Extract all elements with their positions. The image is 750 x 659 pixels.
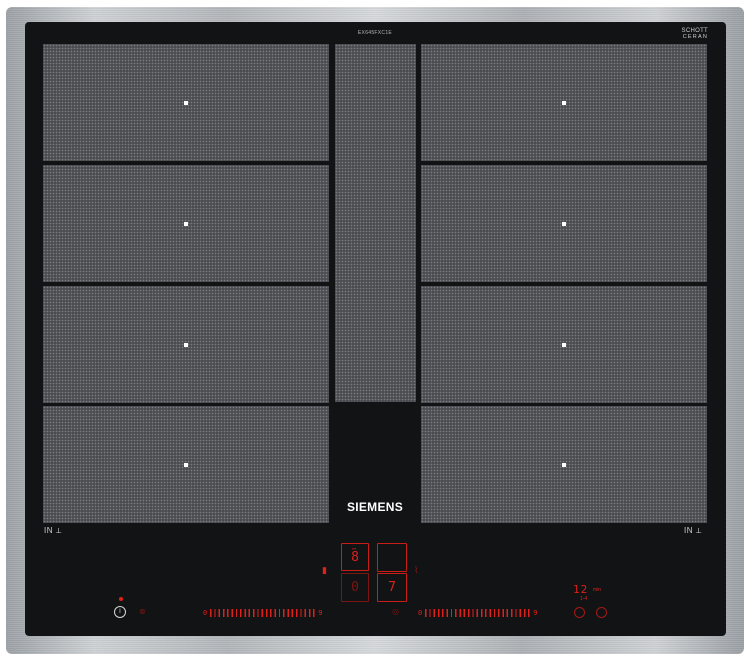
display-value: 7 bbox=[388, 580, 396, 595]
slider-min-label: 0 bbox=[418, 609, 423, 617]
schott-ceran-logo: SCHOTT CERAN bbox=[676, 28, 708, 40]
power-slider-right[interactable]: 0 9 bbox=[415, 607, 540, 619]
logo-line-2: CERAN bbox=[682, 34, 708, 40]
zone-center-mark bbox=[562, 221, 566, 226]
slider-track[interactable] bbox=[425, 609, 531, 617]
power-level-display-top-right[interactable] bbox=[377, 543, 407, 572]
wipe-protect-icon[interactable]: ⌇ bbox=[414, 566, 418, 575]
clock-icon[interactable] bbox=[596, 607, 607, 618]
zone-center-mark bbox=[184, 462, 188, 467]
boost-icon[interactable]: ▮ bbox=[322, 566, 327, 575]
cooking-zone-left-3[interactable] bbox=[43, 286, 329, 403]
cooking-zone-left-2[interactable] bbox=[43, 165, 329, 282]
cooking-zone-right-4[interactable] bbox=[421, 406, 707, 523]
timer-display: 12 bbox=[573, 583, 589, 596]
zone-center-mark bbox=[184, 221, 188, 226]
move-function-icon[interactable]: ◎ bbox=[392, 608, 399, 616]
flex-indicator-right: IN ⟂ bbox=[684, 526, 702, 536]
timer-unit-label: min bbox=[593, 587, 602, 593]
brand-logo: SIEMENS bbox=[346, 500, 404, 514]
cooking-zone-right-3[interactable] bbox=[421, 286, 707, 403]
zone-center-mark bbox=[562, 100, 566, 105]
power-slider-left[interactable]: 0 9 bbox=[200, 607, 325, 619]
timer-sub-label: 1-4 bbox=[580, 596, 588, 602]
slider-track[interactable] bbox=[210, 609, 316, 617]
display-indicator: ▪▪▪ bbox=[352, 546, 357, 551]
display-value: 8 bbox=[351, 549, 359, 565]
flex-symbol-icon: ⟂ bbox=[56, 526, 62, 535]
power-indicator-light bbox=[119, 597, 123, 601]
zone-center-mark bbox=[184, 342, 188, 347]
power-icon[interactable]: I bbox=[114, 606, 126, 618]
flex-symbol-icon: ⟂ bbox=[696, 526, 702, 535]
slider-max-label: 9 bbox=[533, 609, 538, 617]
zone-center-mark bbox=[562, 342, 566, 347]
zone-center-mark bbox=[184, 100, 188, 105]
power-level-display-bottom-left[interactable]: 0 bbox=[341, 573, 369, 602]
cooking-zone-left-4[interactable] bbox=[43, 406, 329, 523]
center-zone bbox=[335, 44, 416, 402]
flex-label-right: IN bbox=[684, 526, 693, 535]
slider-max-label: 9 bbox=[318, 609, 323, 617]
cooking-zone-right-2[interactable] bbox=[421, 165, 707, 282]
cooking-zone-left-1[interactable] bbox=[43, 44, 329, 161]
model-code: EX645FXC1E bbox=[357, 30, 393, 36]
lock-icon[interactable]: ⊗ bbox=[139, 608, 146, 616]
zone-center-mark bbox=[562, 462, 566, 467]
flex-label-left: IN bbox=[44, 526, 53, 535]
slider-min-label: 0 bbox=[203, 609, 208, 617]
cooktop-surface: EX645FXC1E SCHOTT CERAN SIEMENS IN ⟂ IN ⟂ … bbox=[0, 0, 750, 659]
power-level-display-bottom-right[interactable]: 7 bbox=[377, 573, 407, 602]
timer-icon[interactable] bbox=[574, 607, 585, 618]
cooking-zone-right-1[interactable] bbox=[421, 44, 707, 161]
flex-indicator-left: IN ⟂ bbox=[44, 526, 62, 536]
display-value: 0 bbox=[351, 580, 359, 595]
